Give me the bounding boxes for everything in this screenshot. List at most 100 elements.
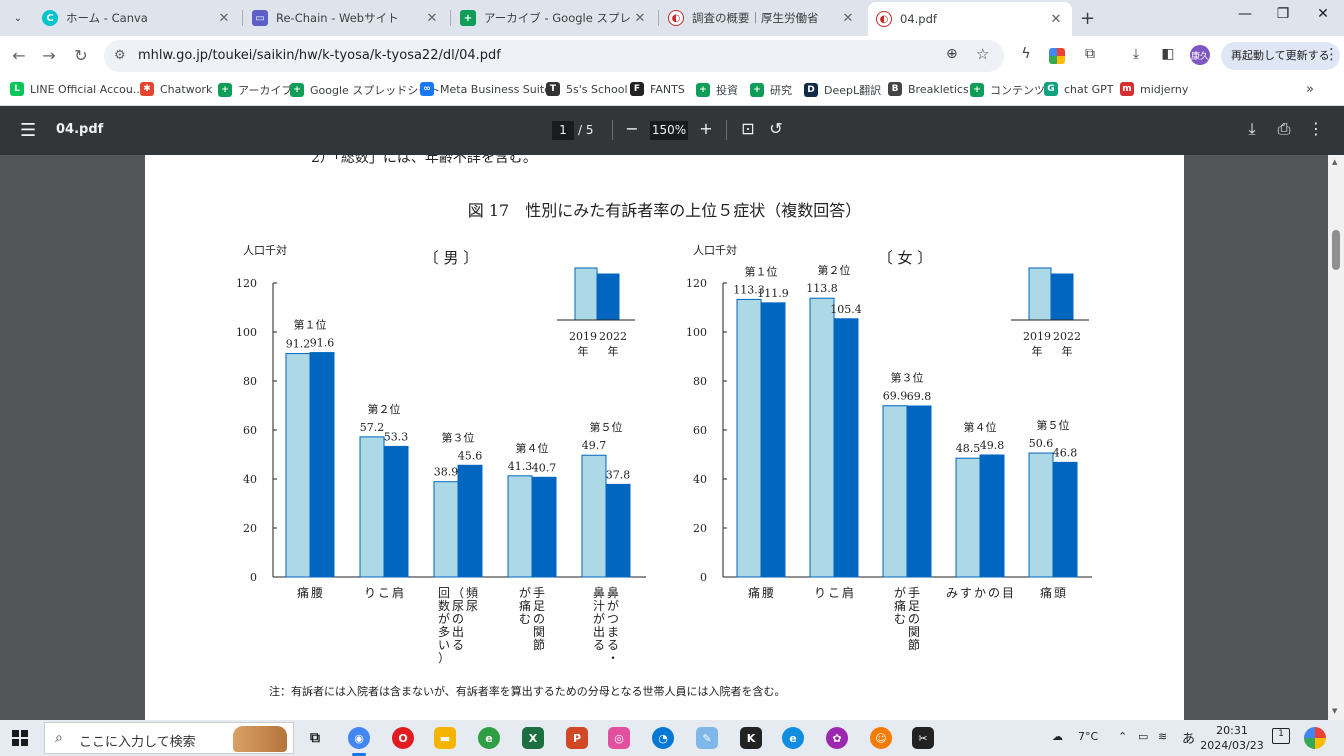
tray-chevron-icon[interactable]: ⌃ — [1118, 730, 1127, 743]
url-text[interactable]: mhlw.go.jp/toukei/saikin/hw/k-tyosa/k-ty… — [138, 48, 501, 63]
maximize-button[interactable]: ❐ — [1268, 6, 1298, 22]
file-explorer-icon[interactable]: ▬ — [434, 727, 456, 749]
close-icon[interactable]: ✕ — [424, 11, 440, 26]
sheets-icon: + — [460, 10, 476, 26]
lightning-extension-icon[interactable]: ϟ — [1016, 46, 1036, 62]
edge-icon[interactable]: e — [782, 727, 804, 749]
zoom-level-input[interactable]: 150% — [650, 121, 688, 140]
bookmark-label: LINE Official Accou... — [30, 82, 144, 96]
category-label: の — [533, 612, 545, 626]
more-actions-icon[interactable]: ⋮ — [1306, 119, 1326, 138]
new-tab-button[interactable]: + — [1080, 8, 1095, 29]
bookmark-item[interactable]: ∞ Meta Business Suite — [420, 82, 551, 96]
minimize-button[interactable]: — — [1230, 6, 1260, 22]
photos-icon[interactable]: ◎ — [608, 727, 630, 749]
close-icon[interactable]: ✕ — [216, 11, 232, 26]
k-app-icon[interactable]: K — [740, 727, 762, 749]
bookmark-item[interactable]: m midjerny — [1120, 82, 1188, 96]
bookmark-item[interactable]: + 研究 — [750, 82, 792, 98]
bookmark-item[interactable]: F FANTS — [630, 82, 685, 96]
scroll-down-icon[interactable]: ▼ — [1332, 707, 1337, 715]
powerpoint-icon[interactable]: P — [566, 727, 588, 749]
mhlw-icon: ◐ — [668, 10, 684, 26]
orange-app-icon[interactable]: ☺ — [870, 727, 892, 749]
side-panel-icon[interactable]: ◧ — [1158, 46, 1178, 62]
tab-canva[interactable]: C ホーム - Canva ✕ — [34, 4, 240, 32]
relaunch-update-button[interactable]: 再起動して更新する — [1221, 42, 1340, 70]
ime-indicator[interactable]: あ — [1182, 728, 1195, 747]
scroll-thumb[interactable] — [1332, 230, 1340, 270]
window-close-button[interactable]: ✕ — [1308, 6, 1338, 22]
media-icon[interactable]: ✿ — [826, 727, 848, 749]
excel-icon[interactable]: X — [522, 727, 544, 749]
category-label: ） — [438, 651, 450, 665]
category-label: り — [814, 586, 826, 600]
hamburger-menu-icon[interactable]: ☰ — [20, 120, 36, 141]
clock[interactable]: 20:31 2024/03/23 — [1200, 723, 1264, 753]
reload-button[interactable]: ↻ — [70, 45, 92, 67]
y-tick-label: 100 — [236, 326, 257, 339]
bookmark-item[interactable]: + Google スプレッドシート — [290, 82, 440, 98]
pdf-icon: ◐ — [876, 11, 892, 27]
print-icon[interactable]: ⎙ — [1274, 119, 1294, 139]
weather-temp[interactable]: 7°C — [1078, 730, 1098, 743]
fit-page-icon[interactable]: ⊡ — [738, 119, 758, 138]
capcut-icon[interactable]: ✂ — [912, 727, 934, 749]
zoom-out-button[interactable]: − — [622, 119, 642, 138]
more-menu-icon[interactable]: ⋮ — [1324, 45, 1339, 63]
download-icon[interactable]: ⤓ — [1242, 119, 1262, 139]
avatar[interactable]: 康久 — [1190, 45, 1210, 65]
scroll-up-icon[interactable]: ▲ — [1332, 158, 1337, 166]
zoom-icon[interactable]: ⊕ — [946, 46, 958, 62]
bookmark-item[interactable]: L LINE Official Accou... — [10, 82, 143, 96]
notification-icon[interactable]: 1 — [1272, 728, 1290, 744]
address-bar[interactable]: ⚙ mhlw.go.jp/toukei/saikin/hw/k-tyosa/k-… — [104, 40, 1004, 72]
bookmark-item[interactable]: + 投資 — [696, 82, 738, 98]
tab-rechain[interactable]: ▭ Re-Chain - Webサイト ✕ — [244, 4, 448, 32]
battery-icon[interactable]: ▭ — [1138, 730, 1148, 743]
bookmark-item[interactable]: + アーカイブ — [218, 82, 292, 98]
chrome-icon[interactable]: ◉ — [348, 727, 370, 749]
rotate-icon[interactable]: ↺ — [766, 119, 786, 138]
app-icon[interactable]: ◔ — [652, 727, 674, 749]
page-number-input[interactable]: 1 — [552, 121, 574, 140]
zoom-in-button[interactable]: + — [696, 119, 716, 138]
forward-button[interactable]: → — [38, 45, 60, 67]
tab-mhlw[interactable]: ◐ 調査の概要｜厚生労働省 ✕ — [660, 4, 864, 32]
close-icon[interactable]: ✕ — [1048, 12, 1064, 27]
weather-icon[interactable]: ☁ — [1052, 730, 1063, 743]
browser-toolbar: ← → ↻ ⚙ mhlw.go.jp/toukei/saikin/hw/k-ty… — [0, 36, 1344, 76]
more-bookmarks-icon[interactable]: » — [1306, 82, 1314, 97]
tab-sheets[interactable]: + アーカイブ - Google スプレッドシート ✕ — [452, 4, 656, 32]
bookmark-star-icon[interactable]: ☆ — [976, 45, 989, 63]
bookmark-item[interactable]: + コンテンツ — [970, 82, 1045, 98]
close-icon[interactable]: ✕ — [840, 11, 856, 26]
evernote-icon[interactable]: e — [478, 727, 500, 749]
copilot-icon[interactable] — [1304, 727, 1326, 749]
wifi-icon[interactable]: ≋ — [1158, 730, 1167, 743]
bookmark-item[interactable]: Gchat GPT — [1044, 82, 1113, 96]
bookmark-item[interactable]: B Breakletics — [888, 82, 969, 96]
puzzle-icon[interactable]: ⧉ — [1080, 46, 1100, 62]
bookmark-item[interactable]: ✱ Chatwork — [140, 82, 212, 96]
site-info-icon[interactable]: ⚙ — [114, 48, 126, 63]
windows-start-icon[interactable] — [12, 730, 28, 746]
category-label: 腰 — [762, 586, 774, 600]
pdf-viewport[interactable]: 2）「総数」には、年齢不詳を含む。 図 17 性別にみた有訴者率の上位５症状（複… — [0, 155, 1344, 720]
task-view-icon[interactable]: ⧉ — [304, 727, 326, 749]
scrollbar[interactable]: ▲ ▼ — [1328, 155, 1344, 720]
tab-04pdf[interactable]: ◐ 04.pdf ✕ — [868, 2, 1072, 36]
close-icon[interactable]: ✕ — [632, 11, 648, 26]
tab-search-button[interactable]: ⌄ — [6, 6, 30, 30]
download-icon[interactable]: ⤓ — [1126, 46, 1146, 62]
bookmark-item[interactable]: T 5s's School — [546, 82, 628, 96]
bookmark-item[interactable]: D DeepL翻訳 — [804, 82, 881, 98]
taskbar-search[interactable]: ⌕ ここに入力して検索 — [44, 722, 294, 754]
opera-icon[interactable]: O — [392, 727, 414, 749]
category-label: 鼻 — [607, 585, 619, 600]
back-button[interactable]: ← — [8, 45, 30, 67]
pencil-app-icon[interactable]: ✎ — [696, 727, 718, 749]
category-label: 尿 — [466, 599, 478, 613]
y-tick-label: 120 — [236, 277, 257, 290]
extension-icon[interactable] — [1049, 48, 1065, 64]
